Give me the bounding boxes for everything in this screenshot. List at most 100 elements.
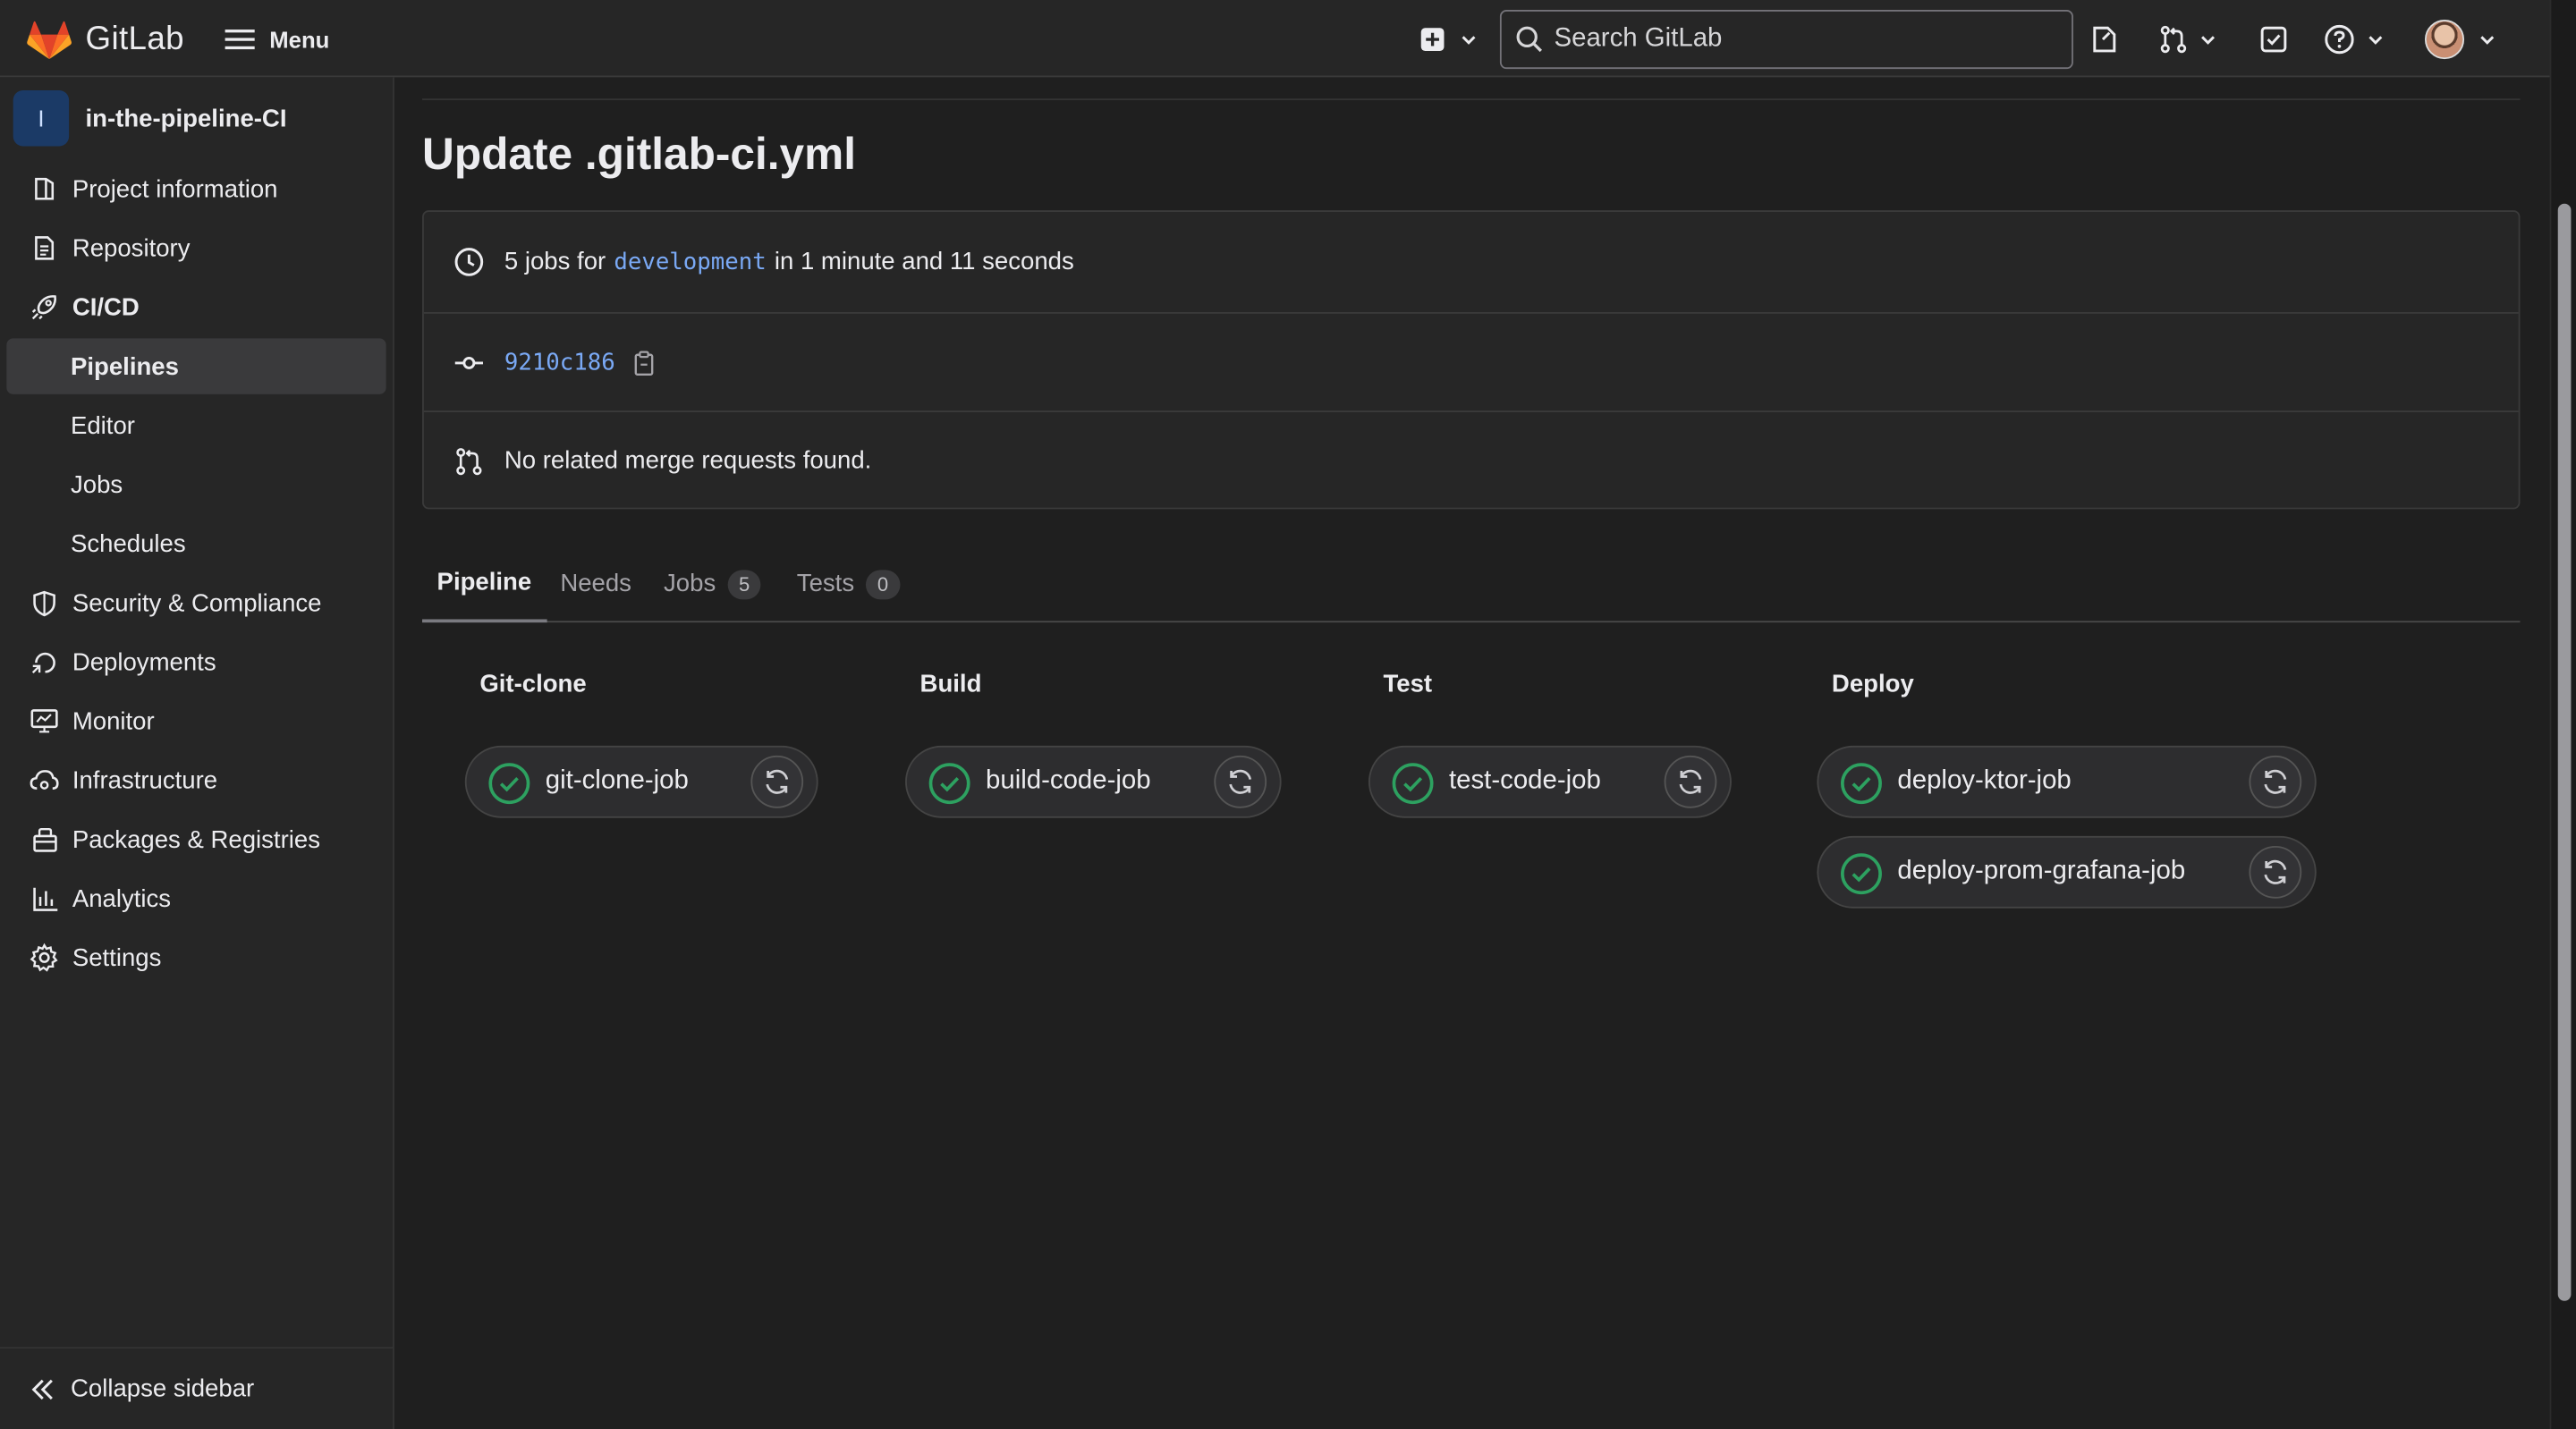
project-avatar: I [13,90,70,147]
avatar [2424,20,2465,60]
job-build-code[interactable]: build-code-job [905,745,1282,818]
sidebar-item-analytics[interactable]: Analytics [6,871,386,926]
todo-check-icon [2260,26,2287,53]
stage-title-build: Build [919,670,982,698]
stage-title-deploy: Deploy [1831,670,1914,698]
tab-label: Needs [560,570,631,598]
sidebar-item-label: Analytics [72,884,172,913]
plus-square-icon [1420,28,1445,51]
question-circle-icon [2325,24,2354,55]
search-icon [1516,26,1542,53]
job-name: deploy-prom-grafana-job [1897,857,2186,886]
sidebar-item-label: Schedules [70,529,186,558]
sidebar-item-monitor[interactable]: Monitor [6,693,386,748]
sidebar-item-packages-registries[interactable]: Packages & Registries [6,811,386,867]
job-test-code[interactable]: test-code-job [1368,745,1732,818]
sidebar-item-label: Security & Compliance [72,588,322,617]
sidebar-item-security-compliance[interactable]: Security & Compliance [6,575,386,630]
stage-title-test: Test [1383,670,1433,698]
retry-button[interactable] [1214,755,1267,808]
help-button[interactable] [2323,20,2385,59]
tab-needs[interactable]: Needs [560,545,631,622]
sidebar-item-label: Monitor [72,706,155,735]
sidebar-item-cicd[interactable]: CI/CD [6,279,386,334]
sidebar: I in-the-pipeline-CI Project information… [0,77,394,1429]
cloud-gear-icon [30,765,59,795]
sidebar-item-jobs[interactable]: Jobs [6,457,386,512]
duration-text: in 1 minute and 11 seconds [774,248,1074,276]
sidebar-item-settings[interactable]: Settings [6,930,386,985]
success-check-icon [488,763,530,805]
top-bar: GitLab Menu Search GitLab [0,0,2550,78]
sidebar-item-label: Editor [70,411,135,440]
analytics-icon [30,884,59,913]
tab-tests[interactable]: Tests 0 [797,545,900,622]
retry-icon [1679,769,1702,794]
retry-button[interactable] [1664,755,1717,808]
rocket-icon [30,292,59,322]
sidebar-item-pipelines[interactable]: Pipelines [6,338,386,394]
collapse-sidebar-button[interactable]: Collapse sidebar [0,1347,393,1429]
job-name: test-code-job [1448,766,1601,796]
sidebar-item-label: Packages & Registries [72,824,320,854]
merge-request-icon [452,444,485,478]
merge-requests-text: No related merge requests found. [504,446,872,475]
page-title: Update .gitlab-ci.yml [422,130,857,180]
sidebar-item-project-information[interactable]: Project information [6,161,386,216]
divider [422,98,2521,101]
sidebar-item-label: Project information [72,174,278,203]
tab-jobs[interactable]: Jobs 5 [664,545,762,622]
job-git-clone[interactable]: git-clone-job [464,745,818,818]
pipeline-info-box: 5 jobs for development in 1 minute and 1… [422,210,2521,510]
stage-title-git-clone: Git-clone [479,670,587,698]
job-name: deploy-ktor-job [1897,766,2072,796]
collapse-sidebar-label: Collapse sidebar [70,1374,255,1403]
retry-button[interactable] [2249,845,2302,899]
todos-button[interactable] [2258,20,2288,59]
sidebar-item-infrastructure[interactable]: Infrastructure [6,752,386,808]
branch-link[interactable]: development [614,249,766,275]
tab-pipeline[interactable]: Pipeline [422,545,547,623]
success-check-icon [928,763,970,805]
issues-icon [2093,26,2116,53]
sidebar-item-repository[interactable]: Repository [6,220,386,275]
pipeline-tabs: Pipeline Needs Jobs 5 Tests 0 [422,545,2521,623]
app-root: GitLab Menu Search GitLab I in-the-pipel… [0,0,2576,1429]
new-dropdown-button[interactable] [1419,20,1479,59]
double-chevron-left-icon [31,1378,53,1399]
job-deploy-prom-grafana[interactable]: deploy-prom-grafana-job [1817,835,2317,909]
sidebar-item-editor[interactable]: Editor [6,398,386,453]
job-deploy-ktor[interactable]: deploy-ktor-job [1817,745,2317,818]
sidebar-item-schedules[interactable]: Schedules [6,516,386,571]
retry-button[interactable] [2249,755,2302,808]
tab-label: Tests [796,570,855,598]
sidebar-item-label: Jobs [70,470,123,499]
copy-sha-button[interactable] [633,349,657,376]
sidebar-item-deployments[interactable]: Deployments [6,634,386,689]
jobs-count-text: 5 jobs for [504,248,606,276]
issues-button[interactable] [2089,20,2119,59]
project-header[interactable]: I in-the-pipeline-CI [13,90,287,147]
menu-button[interactable]: Menu [224,20,329,59]
pipeline-summary-row: 5 jobs for development in 1 minute and 1… [423,212,2519,314]
brand-name: GitLab [85,20,184,57]
page-scrollbar[interactable] [2549,0,2576,1429]
chevron-down-icon [2480,36,2495,45]
merge-requests-button[interactable] [2158,20,2217,59]
scrollbar-thumb[interactable] [2557,203,2572,1301]
job-name: git-clone-job [545,766,689,796]
user-menu-button[interactable] [2424,20,2497,60]
retry-button[interactable] [750,755,804,808]
search-input[interactable]: Search GitLab [1499,10,2073,70]
sidebar-item-label: Settings [72,943,162,972]
merge-requests-row: No related merge requests found. [424,412,2519,509]
merge-request-icon [2160,25,2187,54]
tab-label: Pipeline [436,568,532,596]
commit-sha-link[interactable]: 9210c186 [504,349,615,375]
commit-icon [452,346,485,379]
monitor-icon [30,706,59,736]
search-placeholder: Search GitLab [1554,24,1723,53]
retry-icon [2264,859,2287,884]
gitlab-logo[interactable]: GitLab [26,18,184,61]
shield-icon [30,588,59,618]
